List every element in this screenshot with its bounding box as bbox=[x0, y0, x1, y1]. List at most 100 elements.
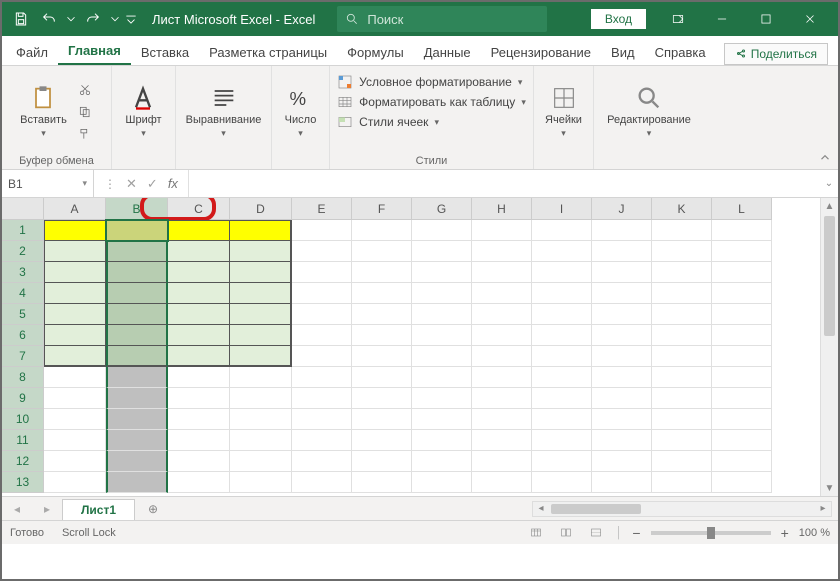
cell[interactable] bbox=[472, 451, 532, 472]
cell[interactable] bbox=[168, 262, 230, 283]
chevron-down-icon[interactable] bbox=[64, 6, 78, 32]
tab-view[interactable]: Вид bbox=[601, 39, 645, 65]
zoom-slider[interactable] bbox=[651, 531, 771, 535]
cell[interactable] bbox=[532, 346, 592, 367]
page-layout-view-icon[interactable] bbox=[556, 525, 576, 541]
column-header-d[interactable]: D bbox=[230, 198, 292, 220]
row-header-6[interactable]: 6 bbox=[2, 325, 44, 346]
cell[interactable] bbox=[106, 451, 168, 472]
cell[interactable] bbox=[592, 409, 652, 430]
cell[interactable] bbox=[106, 409, 168, 430]
cell[interactable] bbox=[230, 241, 292, 262]
cell[interactable] bbox=[532, 451, 592, 472]
tab-home[interactable]: Главная bbox=[58, 37, 131, 65]
cell[interactable] bbox=[292, 283, 352, 304]
formula-input[interactable] bbox=[188, 170, 820, 197]
cell[interactable] bbox=[472, 262, 532, 283]
cell[interactable] bbox=[230, 283, 292, 304]
vertical-scrollbar[interactable]: ▲ ▼ bbox=[820, 198, 838, 496]
row-header-7[interactable]: 7 bbox=[2, 346, 44, 367]
cell[interactable] bbox=[592, 367, 652, 388]
cut-icon[interactable] bbox=[75, 80, 95, 100]
cell[interactable] bbox=[652, 367, 712, 388]
row-header-3[interactable]: 3 bbox=[2, 262, 44, 283]
cell[interactable] bbox=[292, 430, 352, 451]
cell[interactable] bbox=[712, 241, 772, 262]
login-button[interactable]: Вход bbox=[591, 9, 646, 29]
cell[interactable] bbox=[712, 262, 772, 283]
cell[interactable] bbox=[412, 430, 472, 451]
cell[interactable] bbox=[292, 241, 352, 262]
copy-icon[interactable] bbox=[75, 102, 95, 122]
cell[interactable] bbox=[412, 262, 472, 283]
tab-help[interactable]: Справка bbox=[645, 39, 716, 65]
cell-styles-button[interactable]: Стили ячеек▾ bbox=[337, 114, 526, 130]
cancel-icon[interactable]: ✕ bbox=[126, 176, 137, 192]
cancel-formula-icon[interactable]: ⋮ bbox=[104, 177, 116, 191]
select-all-corner[interactable] bbox=[2, 198, 44, 220]
close-button[interactable] bbox=[788, 2, 832, 36]
cell[interactable] bbox=[472, 304, 532, 325]
cell[interactable] bbox=[292, 220, 352, 241]
column-header-h[interactable]: H bbox=[472, 198, 532, 220]
cell[interactable] bbox=[292, 304, 352, 325]
editing-button[interactable]: Редактирование ▾ bbox=[605, 82, 693, 141]
cell[interactable] bbox=[712, 430, 772, 451]
cell[interactable] bbox=[292, 325, 352, 346]
cell[interactable] bbox=[532, 241, 592, 262]
cell[interactable] bbox=[352, 346, 412, 367]
cell[interactable] bbox=[292, 262, 352, 283]
tab-formulas[interactable]: Формулы bbox=[337, 39, 414, 65]
cell[interactable] bbox=[44, 409, 106, 430]
cell[interactable] bbox=[652, 430, 712, 451]
cell[interactable] bbox=[352, 451, 412, 472]
cell[interactable] bbox=[712, 325, 772, 346]
cell[interactable] bbox=[292, 472, 352, 493]
cell[interactable] bbox=[352, 388, 412, 409]
cell[interactable] bbox=[472, 346, 532, 367]
page-break-view-icon[interactable] bbox=[586, 525, 606, 541]
chevron-down-icon[interactable] bbox=[108, 6, 122, 32]
cell[interactable] bbox=[712, 472, 772, 493]
search-input[interactable]: Поиск bbox=[337, 6, 547, 32]
column-header-j[interactable]: J bbox=[592, 198, 652, 220]
cell[interactable] bbox=[230, 388, 292, 409]
cell[interactable] bbox=[472, 220, 532, 241]
cell[interactable] bbox=[352, 304, 412, 325]
column-header-i[interactable]: I bbox=[532, 198, 592, 220]
cells-button[interactable]: Ячейки ▾ bbox=[543, 82, 584, 141]
cell[interactable] bbox=[652, 388, 712, 409]
cell[interactable] bbox=[292, 346, 352, 367]
chevron-down-icon[interactable]: ▾ bbox=[82, 178, 87, 189]
cell[interactable] bbox=[472, 283, 532, 304]
cell[interactable] bbox=[352, 430, 412, 451]
cell[interactable] bbox=[352, 472, 412, 493]
row-header-2[interactable]: 2 bbox=[2, 241, 44, 262]
cell[interactable] bbox=[532, 430, 592, 451]
row-header-9[interactable]: 9 bbox=[2, 388, 44, 409]
cell[interactable] bbox=[168, 346, 230, 367]
cell[interactable] bbox=[168, 241, 230, 262]
cell[interactable] bbox=[230, 262, 292, 283]
cell[interactable] bbox=[412, 472, 472, 493]
scroll-down-icon[interactable]: ▼ bbox=[821, 480, 838, 496]
cell[interactable] bbox=[592, 346, 652, 367]
normal-view-icon[interactable] bbox=[526, 525, 546, 541]
cell[interactable] bbox=[44, 472, 106, 493]
minimize-button[interactable] bbox=[700, 2, 744, 36]
zoom-out-button[interactable]: − bbox=[632, 525, 640, 541]
scroll-up-icon[interactable]: ▲ bbox=[821, 198, 838, 214]
row-header-8[interactable]: 8 bbox=[2, 367, 44, 388]
cell[interactable] bbox=[592, 451, 652, 472]
cell[interactable] bbox=[106, 472, 168, 493]
cell[interactable] bbox=[230, 430, 292, 451]
cell[interactable] bbox=[592, 241, 652, 262]
cell[interactable] bbox=[652, 346, 712, 367]
cell[interactable] bbox=[106, 430, 168, 451]
horizontal-scrollbar[interactable]: ◂ ▸ bbox=[532, 501, 832, 517]
cell[interactable] bbox=[712, 220, 772, 241]
column-header-f[interactable]: F bbox=[352, 198, 412, 220]
cell[interactable] bbox=[168, 220, 230, 241]
paste-button[interactable]: Вставить ▾ bbox=[18, 82, 69, 141]
cell[interactable] bbox=[652, 409, 712, 430]
